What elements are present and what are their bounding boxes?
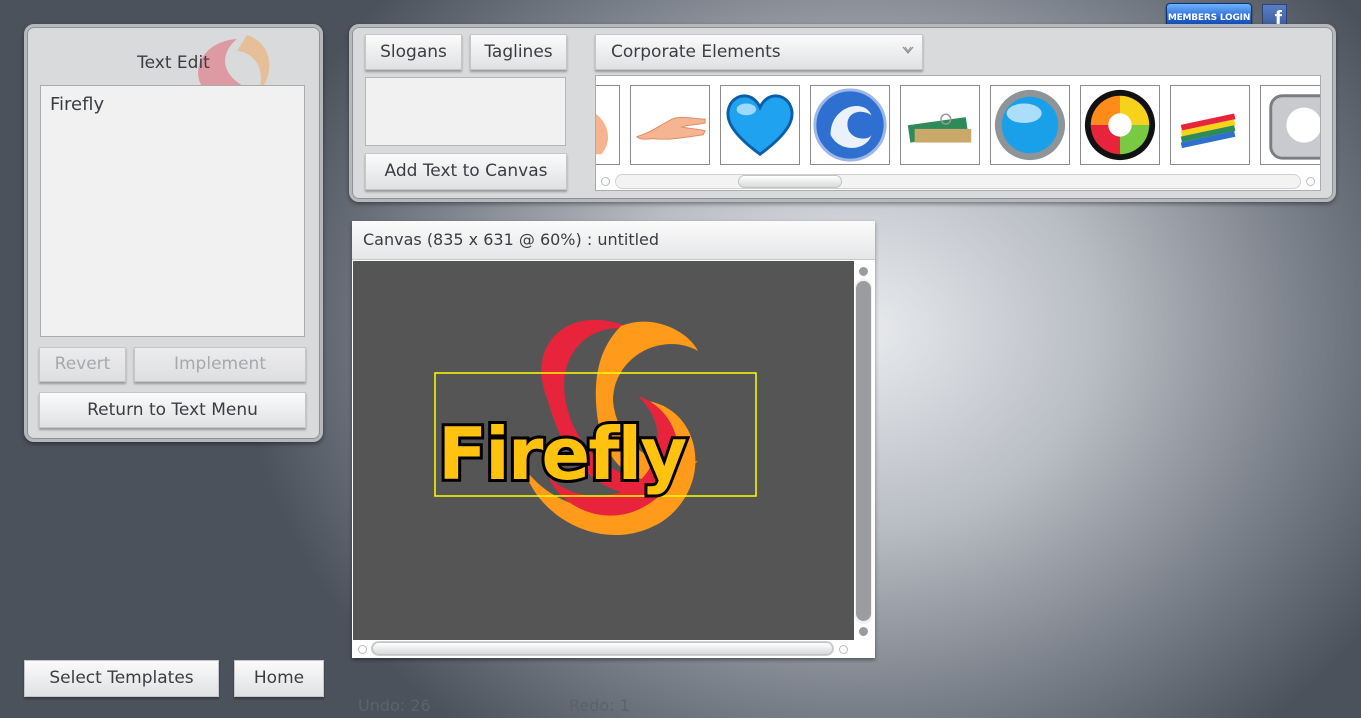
canvas-title: Canvas (835 x 631 @ 60%) : untitled <box>363 230 660 249</box>
undo-status: Undo: 26 <box>358 696 431 715</box>
canvas-scroll-up[interactable] <box>859 267 868 276</box>
redo-status: Redo: 1 <box>569 696 630 715</box>
canvas-scroll-right[interactable] <box>839 645 848 654</box>
text-edit-content: Firefly <box>50 94 105 115</box>
chevron-down-icon <box>902 46 914 54</box>
canvas-header: Canvas (835 x 631 @ 60%) : untitled <box>352 221 875 260</box>
color-target-icon <box>1084 89 1156 161</box>
text-edit-panel: Text Edit Firefly Revert Implement Retur… <box>24 24 323 442</box>
logo-text: Firefly <box>438 412 686 496</box>
canvas-vscrollbar[interactable] <box>855 279 872 624</box>
gallery-item[interactable] <box>1080 85 1160 165</box>
select-templates-button[interactable]: Select Templates <box>24 660 219 697</box>
canvas-scroll-left[interactable] <box>358 645 367 654</box>
category-dropdown[interactable]: Corporate Elements <box>595 34 923 70</box>
add-text-to-canvas-button[interactable]: Add Text to Canvas <box>365 153 567 190</box>
gallery-item[interactable] <box>810 85 890 165</box>
silver-shape-icon <box>1269 94 1320 160</box>
canvas-hscrollbar[interactable] <box>371 641 834 656</box>
element-gallery <box>595 75 1321 191</box>
gallery-item[interactable] <box>630 85 710 165</box>
crayons-icon <box>1180 113 1236 149</box>
category-dropdown-value: Corporate Elements <box>611 42 781 62</box>
blue-orb-icon <box>994 89 1066 161</box>
home-button[interactable]: Home <box>234 660 324 697</box>
revert-button[interactable]: Revert <box>39 347 126 382</box>
gallery-scroll-handle[interactable] <box>738 175 842 188</box>
elements-panel: Slogans Taglines Add Text to Canvas Corp… <box>349 24 1336 202</box>
canvas-hscroll-handle[interactable] <box>372 642 833 655</box>
implement-button[interactable]: Implement <box>134 347 306 382</box>
slogans-button[interactable]: Slogans <box>365 34 462 70</box>
firefly-logo[interactable]: Firefly <box>353 261 854 640</box>
gallery-scroll-left[interactable] <box>601 177 610 186</box>
text-edit-area[interactable]: Firefly <box>40 85 305 337</box>
canvas-panel: Canvas (835 x 631 @ 60%) : untitled Fire… <box>352 221 875 658</box>
gallery-scrollbar[interactable] <box>615 174 1301 189</box>
taglines-button[interactable]: Taglines <box>470 34 567 70</box>
gallery-item[interactable] <box>990 85 1070 165</box>
swirl-globe-icon <box>813 88 887 162</box>
text-edit-title: Text Edit <box>137 53 210 73</box>
gallery-item[interactable] <box>1170 85 1250 165</box>
gallery-item[interactable] <box>720 85 800 165</box>
gallery-scroll-right[interactable] <box>1306 177 1315 186</box>
canvas-area[interactable]: Firefly <box>353 261 854 640</box>
wallet-money-icon <box>907 113 972 143</box>
blue-heart-icon <box>726 94 794 157</box>
hand-partial-icon <box>596 113 609 155</box>
return-to-text-menu-button[interactable]: Return to Text Menu <box>39 392 306 428</box>
gallery-item[interactable] <box>1260 85 1320 165</box>
canvas-scroll-down[interactable] <box>859 627 868 636</box>
gallery-item[interactable] <box>596 85 620 165</box>
canvas-vscroll-handle[interactable] <box>856 281 871 621</box>
open-hand-icon <box>636 116 706 140</box>
text-preview-box <box>365 77 566 146</box>
gallery-item[interactable] <box>900 85 980 165</box>
